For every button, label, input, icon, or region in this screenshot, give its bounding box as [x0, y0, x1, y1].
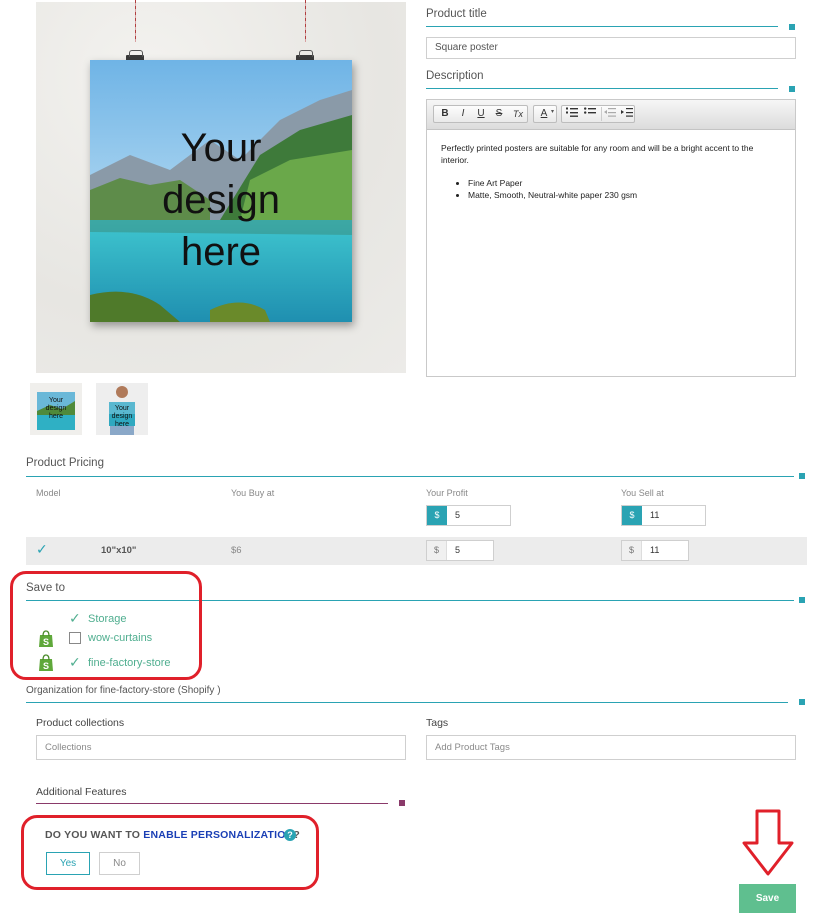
strikethrough-button[interactable]: S [491, 107, 507, 121]
tags-placeholder: Add Product Tags [435, 742, 510, 753]
thumb-line-2: design [45, 405, 67, 412]
row-profit-input[interactable]: $ 5 [426, 540, 494, 561]
table-row [26, 537, 807, 565]
default-profit-input[interactable]: $ 5 [426, 505, 511, 526]
numbered-list-icon[interactable] [564, 107, 580, 121]
hanging-string-right [305, 0, 306, 42]
row-model: 10"x10" [101, 545, 137, 556]
col-model: Model [36, 488, 61, 498]
description-paragraph: Perfectly printed posters are suitable f… [441, 143, 754, 165]
collections-input[interactable]: Collections [36, 735, 406, 760]
description-rule-marker [789, 86, 795, 92]
hanging-string-left [135, 0, 136, 42]
pricing-rule [26, 476, 794, 477]
personalization-highlight [21, 815, 319, 890]
poster-line-1: Your [180, 126, 262, 170]
additional-rule-marker [399, 800, 405, 806]
product-title-rule [426, 26, 778, 27]
toolbar-list-group [561, 105, 635, 123]
poster-line-2: design [162, 178, 280, 222]
pricing-title: Product Pricing [26, 457, 104, 469]
outdent-icon[interactable] [602, 107, 618, 121]
additional-rule [36, 803, 388, 804]
default-sell-value: 11 [650, 510, 660, 520]
arrow-down-icon [742, 809, 794, 876]
thumb-line-3: here [48, 413, 63, 420]
product-title-label: Product title [426, 8, 487, 20]
additional-title: Additional Features [36, 786, 127, 798]
default-profit-value: 5 [455, 510, 461, 520]
tags-input[interactable]: Add Product Tags [426, 735, 796, 760]
dollar-icon: $ [427, 506, 447, 525]
indent-icon[interactable] [619, 107, 635, 121]
thumbnail-model[interactable]: Your design here [96, 383, 148, 435]
bold-button[interactable]: B [437, 107, 453, 121]
description-label: Description [426, 70, 484, 82]
thumb2-line-1: Your [114, 405, 130, 412]
description-rule [426, 88, 778, 89]
poster-line-3: here [180, 230, 262, 274]
thumbnail-poster[interactable]: Your design here [30, 383, 82, 435]
description-editor[interactable]: B I U S Tx A ▾ Perfectly printed posters… [426, 99, 796, 377]
underline-button[interactable]: U [473, 107, 489, 121]
chevron-down-icon[interactable]: ▾ [551, 108, 554, 115]
description-bullet: Matte, Smooth, Neutral-white paper 230 g… [468, 189, 781, 201]
poster-mockup: Your design here [90, 60, 352, 322]
description-bullet: Fine Art Paper [468, 177, 781, 189]
text-color-button[interactable]: A [536, 107, 552, 121]
save-to-rule-marker [799, 597, 805, 603]
organization-rule-marker [799, 699, 805, 705]
thumb2-line-2: design [111, 413, 133, 420]
dollar-icon: $ [622, 541, 642, 560]
row-sell-input[interactable]: $ 11 [621, 540, 689, 561]
col-sell: You Sell at [621, 488, 664, 498]
collections-placeholder: Collections [45, 742, 92, 753]
italic-button[interactable]: I [455, 107, 471, 121]
row-profit-value: 5 [455, 545, 461, 555]
collections-label: Product collections [36, 717, 125, 729]
editor-toolbar: B I U S Tx A ▾ [427, 100, 795, 130]
row-buy: $6 [231, 545, 242, 556]
description-bullets: Fine Art Paper Matte, Smooth, Neutral-wh… [441, 177, 781, 201]
row-check-icon[interactable]: ✓ [36, 541, 48, 558]
pricing-rule-marker [799, 473, 805, 479]
row-sell-value: 11 [650, 545, 660, 555]
thumb-line-1: Your [48, 397, 64, 404]
bulleted-list-icon[interactable] [582, 107, 598, 121]
dollar-icon: $ [622, 506, 642, 525]
col-buy: You Buy at [231, 488, 275, 498]
product-title-input[interactable]: Square poster [426, 37, 796, 59]
product-title-rule-marker [789, 24, 795, 30]
toolbar-color-group: A ▾ [533, 105, 557, 123]
thumb2-line-3: here [114, 421, 129, 428]
save-button[interactable]: Save [739, 884, 796, 913]
tags-label: Tags [426, 717, 449, 729]
remove-format-button[interactable]: Tx [510, 107, 526, 121]
toolbar-format-group: B I U S Tx [433, 105, 528, 123]
default-sell-input[interactable]: $ 11 [621, 505, 706, 526]
save-to-highlight [10, 571, 202, 680]
organization-rule [26, 702, 788, 703]
organization-title: Organization for fine-factory-store (Sho… [26, 685, 221, 696]
col-profit: Your Profit [426, 488, 468, 498]
editor-content[interactable]: Perfectly printed posters are suitable f… [441, 142, 781, 201]
dollar-icon: $ [427, 541, 447, 560]
